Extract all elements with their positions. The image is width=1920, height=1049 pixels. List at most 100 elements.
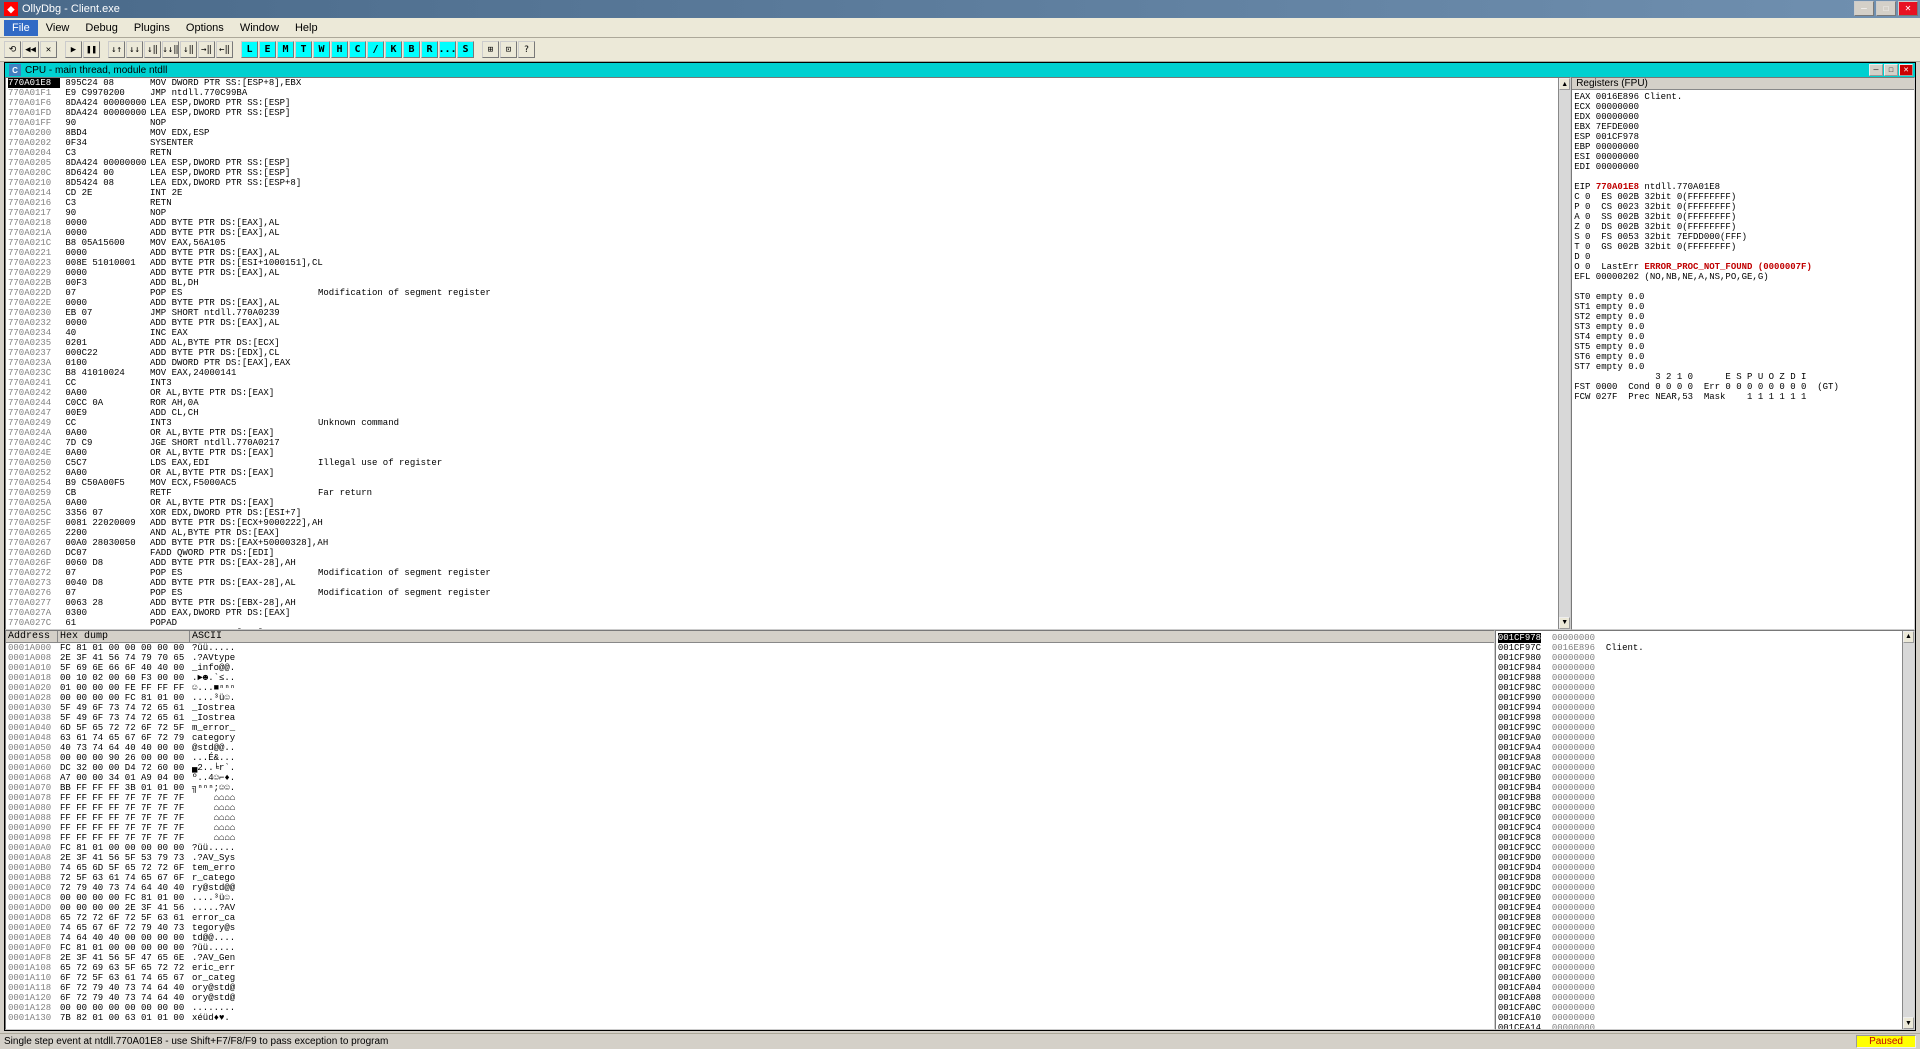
disasm-row[interactable]: 770A0200 8BD4MOV EDX,ESP [8, 128, 1570, 138]
tb-letter-5[interactable]: H [331, 41, 348, 58]
stack-row[interactable]: 001CF9E8 00000000 [1498, 913, 1912, 923]
disasm-row[interactable]: 770A0218 0000ADD BYTE PTR DS:[EAX],AL [8, 218, 1570, 228]
dump-row[interactable]: 0001A1186F 72 79 40 73 74 64 40ory@std@ [8, 983, 1492, 993]
disasm-row[interactable]: 770A0254 B9 C50A00F5MOV ECX,F5000AC5 [8, 478, 1570, 488]
disasm-row[interactable]: 770A021A 0000ADD BYTE PTR DS:[EAX],AL [8, 228, 1570, 238]
disasm-row[interactable]: 770A0235 0201ADD AL,BYTE PTR DS:[ECX] [8, 338, 1570, 348]
stack-row[interactable]: 001CF9B4 00000000 [1498, 783, 1912, 793]
disasm-row[interactable]: 770A024E 0A00OR AL,BYTE PTR DS:[EAX] [8, 448, 1570, 458]
cpu-minimize[interactable]: ─ [1869, 64, 1883, 76]
disasm-row[interactable]: 770A0272 07POP ESModification of segment… [8, 568, 1570, 578]
maximize-button[interactable]: □ [1876, 1, 1896, 16]
disasm-row[interactable]: 770A0244 C0CC 0AROR AH,0A [8, 398, 1570, 408]
dump-row[interactable]: 0001A12800 00 00 00 00 00 00 00........ [8, 1003, 1492, 1013]
disasm-row[interactable]: 770A025C 3356 07XOR EDX,DWORD PTR DS:[ES… [8, 508, 1570, 518]
dump-row[interactable]: 0001A0A0FC 81 01 00 00 00 00 00?üü..... [8, 843, 1492, 853]
stack-row[interactable]: 001CFA08 00000000 [1498, 993, 1912, 1003]
disasm-row[interactable]: 770A0237 000C22ADD BYTE PTR DS:[EDX],CL [8, 348, 1570, 358]
dump-row[interactable]: 0001A0D000 00 00 00 2E 3F 41 56.....?AV [8, 903, 1492, 913]
dump-row[interactable]: 0001A0C800 00 00 00 FC 81 01 00....³ü☺. [8, 893, 1492, 903]
stack-row[interactable]: 001CF9B8 00000000 [1498, 793, 1912, 803]
disasm-row[interactable]: 770A01FD 8DA424 00000000LEA ESP,DWORD PT… [8, 108, 1570, 118]
menu-file[interactable]: File [4, 20, 38, 36]
stack-row[interactable]: 001CF9D4 00000000 [1498, 863, 1912, 873]
dump-row[interactable]: 0001A080FF FF FF FF 7F 7F 7F 7F ⌂⌂⌂⌂ [8, 803, 1492, 813]
stack-row[interactable]: 001CF994 00000000 [1498, 703, 1912, 713]
stack-row[interactable]: 001CF9C4 00000000 [1498, 823, 1912, 833]
disasm-row[interactable]: 770A0229 0000ADD BYTE PTR DS:[EAX],AL [8, 268, 1570, 278]
disasm-row[interactable]: 770A0223 008E 51010001ADD BYTE PTR DS:[E… [8, 258, 1570, 268]
registers-pane[interactable]: Registers (FPU) EAX 0016E896 Client.ECX … [1571, 77, 1915, 630]
dump-row[interactable]: 0001A070BB FF FF FF 3B 01 01 00╗ⁿⁿⁿ;☺☺. [8, 783, 1492, 793]
disasm-row[interactable]: 770A0217 90NOP [8, 208, 1570, 218]
stack-row[interactable]: 001CFA14 00000000 [1498, 1023, 1912, 1030]
dump-row[interactable]: 0001A0406D 5F 65 72 72 6F 72 5Fm_error_ [8, 723, 1492, 733]
disasm-row[interactable]: 770A027A 0300ADD EAX,DWORD PTR DS:[EAX] [8, 608, 1570, 618]
disasm-row[interactable]: 770A027C 61POPAD [8, 618, 1570, 628]
tb-nav-1[interactable]: ◀◀ [22, 41, 39, 58]
tb-letter-4[interactable]: W [313, 41, 330, 58]
dump-row[interactable]: 0001A0105F 69 6E 66 6F 40 40 00_info@@. [8, 663, 1492, 673]
menu-debug[interactable]: Debug [77, 20, 125, 36]
disasm-row[interactable]: 770A022E 0000ADD BYTE PTR DS:[EAX],AL [8, 298, 1570, 308]
disasm-row[interactable]: 770A025A 0A00OR AL,BYTE PTR DS:[EAX] [8, 498, 1570, 508]
dump-row[interactable]: 0001A0F0FC 81 01 00 00 00 00 00?üü..... [8, 943, 1492, 953]
dump-row[interactable]: 0001A090FF FF FF FF 7F 7F 7F 7F ⌂⌂⌂⌂ [8, 823, 1492, 833]
disasm-row[interactable]: 770A023C B8 41010024MOV EAX,24000141 [8, 368, 1570, 378]
menu-window[interactable]: Window [232, 20, 287, 36]
stack-row[interactable]: 001CF9A8 00000000 [1498, 753, 1912, 763]
stack-row[interactable]: 001CF9FC 00000000 [1498, 963, 1912, 973]
dump-row[interactable]: 0001A0385F 49 6F 73 74 72 65 61_Iostrea [8, 713, 1492, 723]
disasm-row[interactable]: 770A01F6 8DA424 00000000LEA ESP,DWORD PT… [8, 98, 1570, 108]
tb-nav-0[interactable]: ⟲ [4, 41, 21, 58]
menu-help[interactable]: Help [287, 20, 326, 36]
stack-row[interactable]: 001CF984 00000000 [1498, 663, 1912, 673]
dump-row[interactable]: 0001A0F82E 3F 41 56 5F 47 65 6E.?AV_Gen [8, 953, 1492, 963]
dump-row[interactable]: 0001A0B872 5F 63 61 74 65 67 6Fr_catego [8, 873, 1492, 883]
tb-dbg-0[interactable]: ▶ [65, 41, 82, 58]
tb-letter-10[interactable]: R [421, 41, 438, 58]
dump-row[interactable]: 0001A1106F 72 5F 63 61 74 65 67or_categ [8, 973, 1492, 983]
tb-end-0[interactable]: ⊞ [482, 41, 499, 58]
tb-step-0[interactable]: ↓↑ [108, 41, 125, 58]
disasm-row[interactable]: 770A0210 8D5424 08LEA EDX,DWORD PTR SS:[… [8, 178, 1570, 188]
stack-row[interactable]: 001CF9D8 00000000 [1498, 873, 1912, 883]
menu-plugins[interactable]: Plugins [126, 20, 178, 36]
disasm-row[interactable]: 770A01E8 895C24 08MOV DWORD PTR SS:[ESP+… [8, 78, 1570, 88]
dump-row[interactable]: 0001A000FC 81 01 00 00 00 00 00?üü..... [8, 643, 1492, 653]
disasm-scrollbar[interactable]: ▲ ▼ [1558, 78, 1570, 629]
tb-nav-2[interactable]: ✕ [40, 41, 57, 58]
disasm-row[interactable]: 770A0250 C5C7LDS EAX,EDIIllegal use of r… [8, 458, 1570, 468]
dump-row[interactable]: 0001A02800 00 00 00 FC 81 01 00....³ü☺. [8, 693, 1492, 703]
disasm-row[interactable]: 770A0230 EB 07JMP SHORT ntdll.770A0239 [8, 308, 1570, 318]
stack-scrollbar[interactable]: ▲ ▼ [1902, 631, 1914, 1029]
disasm-row[interactable]: 770A0259 CBRETFFar return [8, 488, 1570, 498]
dump-row[interactable]: 0001A0305F 49 6F 73 74 72 65 61_Iostrea [8, 703, 1492, 713]
tb-letter-1[interactable]: E [259, 41, 276, 58]
disasm-row[interactable]: 770A023A 0100ADD DWORD PTR DS:[EAX],EAX [8, 358, 1570, 368]
tb-letter-7[interactable]: / [367, 41, 384, 58]
stack-row[interactable]: 001CF9EC 00000000 [1498, 923, 1912, 933]
disasm-row[interactable]: 770A026D DC07FADD QWORD PTR DS:[EDI] [8, 548, 1570, 558]
tb-letter-2[interactable]: M [277, 41, 294, 58]
stack-row[interactable]: 001CF9C0 00000000 [1498, 813, 1912, 823]
dump-row[interactable]: 0001A02001 00 00 00 FE FF FF FF☺...■ⁿⁿⁿ [8, 683, 1492, 693]
dump-row[interactable]: 0001A0B074 65 6D 5F 65 72 72 6Ftem_erro [8, 863, 1492, 873]
tb-dbg-1[interactable]: ❚❚ [83, 41, 100, 58]
tb-letter-0[interactable]: L [241, 41, 258, 58]
disasm-row[interactable]: 770A0202 0F34SYSENTER [8, 138, 1570, 148]
stack-row[interactable]: 001CFA0C 00000000 [1498, 1003, 1912, 1013]
stack-row[interactable]: 001CF9E0 00000000 [1498, 893, 1912, 903]
disassembly-pane[interactable]: 770A01E8 895C24 08MOV DWORD PTR SS:[ESP+… [5, 77, 1571, 630]
tb-step-2[interactable]: ↓‖ [144, 41, 161, 58]
stack-pane[interactable]: 001CF978 00000000001CF97C 0016E896 Clien… [1495, 630, 1915, 1030]
dump-row[interactable]: 0001A0D865 72 72 6F 72 5F 63 61error_ca [8, 913, 1492, 923]
disasm-row[interactable]: 770A0204 C3RETN [8, 148, 1570, 158]
tb-step-5[interactable]: →‖ [198, 41, 215, 58]
disasm-row[interactable]: 770A0205 8DA424 00000000LEA ESP,DWORD PT… [8, 158, 1570, 168]
dump-row[interactable]: 0001A0082E 3F 41 56 74 79 70 65.?AVtype [8, 653, 1492, 663]
tb-letter-8[interactable]: K [385, 41, 402, 58]
disasm-row[interactable]: 770A022D 07POP ESModification of segment… [8, 288, 1570, 298]
dump-row[interactable]: 0001A060DC 32 00 00 D4 72 60 00▄2..╘r`. [8, 763, 1492, 773]
disasm-row[interactable]: 770A0241 CCINT3 [8, 378, 1570, 388]
